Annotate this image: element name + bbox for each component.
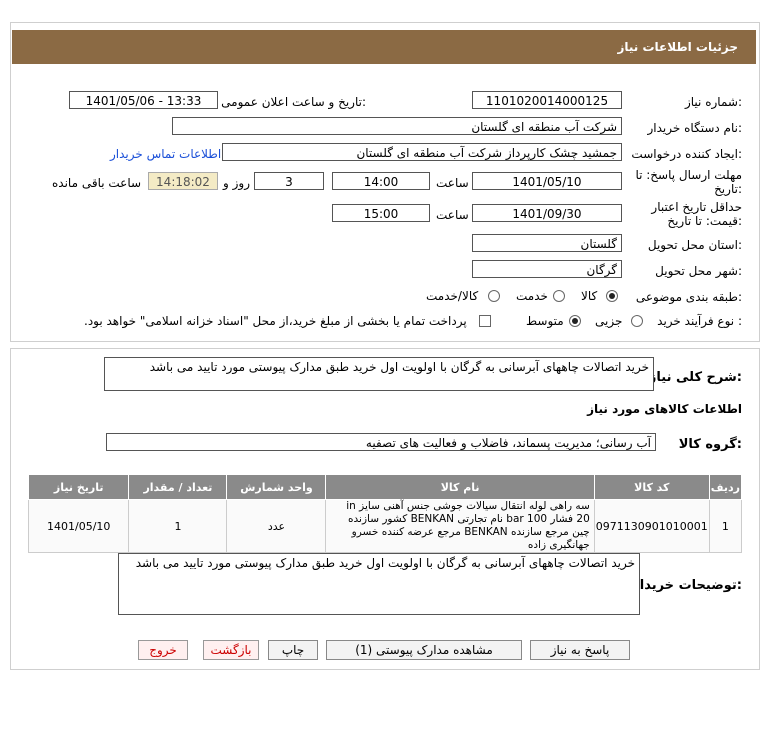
goods-group-label: گروه کالا: bbox=[678, 437, 742, 452]
col-date: تاریخ نیاز bbox=[27, 474, 130, 500]
buyer-org-field[interactable]: شرکت آب منطقه ای گلستان bbox=[172, 117, 622, 135]
cell-name: سه راهی لوله انتقال سیالات جوشی جنس آهنی… bbox=[325, 499, 595, 553]
city-field[interactable]: گرگان bbox=[472, 260, 622, 278]
goods-section-title: اطلاعات کالاهای مورد نیاز bbox=[587, 402, 742, 416]
category-service-label: خدمت bbox=[516, 289, 548, 303]
city-label: شهر محل تحویل: bbox=[655, 264, 742, 278]
page-header: جزئیات اطلاعات نیاز bbox=[12, 30, 756, 64]
cell-date: 1401/05/10 bbox=[27, 499, 130, 553]
summary-field: خرید اتصالات چاههای آبرسانی به گرگان با … bbox=[104, 357, 654, 391]
requester-label: ایجاد کننده درخواست: bbox=[631, 147, 742, 161]
reply-time-label: ساعت bbox=[436, 176, 469, 190]
col-name: نام کالا bbox=[325, 474, 595, 500]
announce-label: تاریخ و ساعت اعلان عمومی: bbox=[221, 95, 366, 109]
back-button[interactable]: بازگشت bbox=[203, 640, 259, 660]
category-service-radio[interactable] bbox=[553, 290, 565, 302]
items-table: ردیف کد کالا نام کالا واحد شمارش تعداد /… bbox=[27, 474, 743, 553]
validity-label: حداقل تاریخ اعتبار bbox=[651, 200, 742, 214]
days-label: روز و bbox=[223, 176, 250, 190]
treasury-payment-note: پرداخت تمام یا بخشی از مبلغ خرید،از محل … bbox=[84, 314, 467, 328]
category-both-radio[interactable] bbox=[488, 290, 500, 302]
goods-group-field: آب رسانی؛ مدیریت پسماند، فاضلاب و فعالیت… bbox=[106, 433, 656, 451]
process-medium-label: متوسط bbox=[526, 314, 564, 328]
province-field[interactable]: گلستان bbox=[472, 234, 622, 252]
buyer-notes-field: خرید اتصالات چاههای آبرسانی به گرگان با … bbox=[118, 553, 640, 615]
buyer-org-label: نام دستگاه خریدار: bbox=[647, 121, 743, 135]
category-label: طبقه بندی موضوعی: bbox=[635, 290, 742, 304]
reply-time-field[interactable]: 14:00 bbox=[332, 172, 430, 190]
days-field[interactable]: 3 bbox=[254, 172, 324, 190]
col-unit: واحد شمارش bbox=[226, 474, 327, 500]
process-label: نوع فرآیند خرید : bbox=[657, 314, 742, 328]
reply-deadline-label: مهلت ارسال پاسخ: تا bbox=[635, 168, 742, 182]
need-number-field[interactable]: 1101020014000125 bbox=[472, 91, 622, 109]
category-goods-label: کالا bbox=[581, 289, 598, 303]
category-both-label: کالا/خدمت bbox=[426, 289, 479, 303]
remaining-time-field: 14:18:02 bbox=[148, 172, 218, 190]
validity-label-2: قیمت: تا تاریخ: bbox=[667, 214, 742, 228]
process-minor-label: جزیی bbox=[595, 314, 623, 328]
category-goods-radio[interactable] bbox=[606, 290, 618, 302]
buyer-notes-label: توضیحات خریدار: bbox=[632, 578, 742, 593]
province-label: استان محل تحویل: bbox=[647, 238, 742, 252]
reply-button[interactable]: پاسخ به نیاز bbox=[530, 640, 630, 660]
col-code: کد کالا bbox=[593, 474, 710, 500]
requester-field[interactable]: جمشید چشک کارپرداز شرکت آب منطقه ای گلست… bbox=[222, 143, 622, 161]
table-header-row: ردیف کد کالا نام کالا واحد شمارش تعداد /… bbox=[27, 474, 743, 500]
page-title: جزئیات اطلاعات نیاز bbox=[617, 40, 738, 54]
validity-time-field[interactable]: 15:00 bbox=[332, 204, 430, 222]
table-row: 1 0971130901010001 سه راهی لوله انتقال س… bbox=[27, 499, 743, 553]
summary-label: شرح کلی نیاز: bbox=[648, 370, 742, 385]
print-button[interactable]: چاپ bbox=[268, 640, 318, 660]
validity-time-label: ساعت bbox=[436, 208, 469, 222]
col-qty: تعداد / مقدار bbox=[128, 474, 228, 500]
process-minor-radio[interactable] bbox=[631, 315, 643, 327]
announce-field[interactable]: 1401/05/06 - 13:33 bbox=[69, 91, 218, 109]
exit-button[interactable]: خروج bbox=[138, 640, 188, 660]
treasury-payment-checkbox[interactable] bbox=[479, 315, 491, 327]
need-number-label: شماره نیاز: bbox=[684, 95, 742, 109]
cell-qty: 1 bbox=[128, 499, 228, 553]
process-medium-radio[interactable] bbox=[569, 315, 581, 327]
reply-deadline-label-2: تاریخ: bbox=[714, 182, 742, 196]
col-row: ردیف bbox=[708, 474, 743, 500]
attachments-button[interactable]: مشاهده مدارک پیوستی (1) bbox=[326, 640, 522, 660]
cell-unit: عدد bbox=[226, 499, 327, 553]
contact-buyer-link[interactable]: اطلاعات تماس خریدار bbox=[110, 147, 221, 161]
remaining-label: ساعت باقی مانده bbox=[52, 176, 142, 190]
cell-row: 1 bbox=[708, 499, 743, 553]
reply-date-field[interactable]: 1401/05/10 bbox=[472, 172, 622, 190]
validity-date-field[interactable]: 1401/09/30 bbox=[472, 204, 622, 222]
cell-code: 0971130901010001 bbox=[593, 499, 710, 553]
